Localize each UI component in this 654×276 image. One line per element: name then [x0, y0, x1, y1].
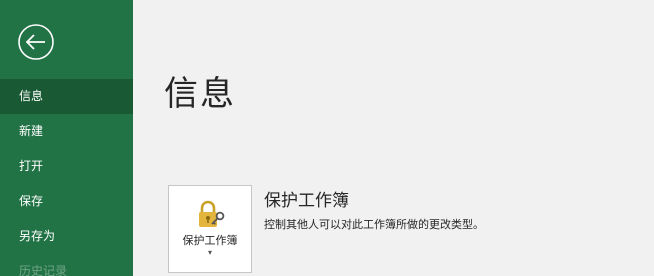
nav-item-new[interactable]: 新建 [0, 114, 133, 149]
info-panel: 信息 保护工作簿 ▾ 保护工作簿 控制其他人可以对此工作簿所做的更改类型。 [133, 0, 654, 276]
nav-item-save-as[interactable]: 另存为 [0, 219, 133, 254]
backstage-sidebar: 信息 新建 打开 保存 另存为 历史记录 [0, 0, 133, 276]
excel-backstage: 信息 新建 打开 保存 另存为 历史记录 信息 保护工作簿 ▾ 保护工作簿 控制… [0, 0, 654, 276]
nav-item-info[interactable]: 信息 [0, 79, 133, 114]
back-button[interactable] [16, 22, 56, 62]
back-arrow-circle-icon [18, 24, 54, 60]
protect-workbook-button[interactable]: 保护工作簿 ▾ [168, 185, 252, 273]
page-title: 信息 [164, 74, 236, 114]
protect-workbook-description: 控制其他人可以对此工作簿所做的更改类型。 [264, 218, 484, 231]
chevron-down-icon: ▾ [207, 248, 212, 257]
nav-item-history[interactable]: 历史记录 [0, 254, 133, 276]
backstage-nav: 信息 新建 打开 保存 另存为 历史记录 [0, 79, 133, 276]
nav-item-open[interactable]: 打开 [0, 149, 133, 184]
protect-workbook-button-label: 保护工作簿 [182, 234, 238, 247]
nav-item-save[interactable]: 保存 [0, 184, 133, 219]
lock-key-icon [199, 200, 225, 227]
protect-workbook-title: 保护工作簿 [264, 191, 349, 211]
